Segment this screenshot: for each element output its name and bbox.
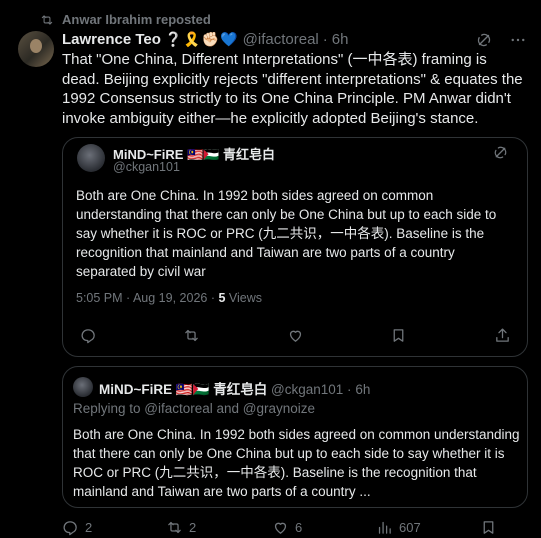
views-button[interactable]: 607: [376, 519, 421, 536]
separator-dot: ·: [322, 31, 328, 48]
quote-author-handle[interactable]: @ckgan101: [113, 160, 180, 174]
reply-separator: ·: [347, 382, 352, 397]
repost-label: Anwar Ibrahim reposted: [62, 12, 211, 27]
like-icon: [274, 522, 287, 534]
repost-action-icon: [168, 521, 181, 534]
reply-author-avatar[interactable]: [73, 377, 93, 397]
quote-views-label: Views: [228, 291, 263, 305]
reply-author-handle[interactable]: @ckgan101: [271, 382, 343, 397]
tweet-header: Lawrence Teo ❔🎗️✊🏻💙 @ifactoreal · 6h: [62, 31, 348, 48]
quote-author-avatar[interactable]: [77, 144, 105, 172]
reply-icon: [63, 521, 77, 536]
reply-time[interactable]: 6h: [355, 382, 370, 397]
repost-icon: [41, 14, 53, 25]
repost-count: 2: [189, 520, 197, 535]
quote-views-count: 5: [218, 291, 226, 305]
quote-bookmark-icon[interactable]: [390, 327, 407, 349]
views-icon: [378, 521, 391, 534]
quote-meta: 5:05 PM · Aug 19, 2026 · 5 Views: [76, 291, 262, 305]
reply-text: Both are One China. In 1992 both sides a…: [73, 427, 520, 499]
bookmark-button[interactable]: [480, 519, 497, 536]
tweet-text: That "One China, Different Interpretatio…: [62, 51, 523, 127]
quoted-tweet-card[interactable]: MiND~FiRE 🇲🇾🇵🇸 青红皂白 @ckgan101 Both are O…: [62, 137, 528, 357]
quote-timestamp[interactable]: 5:05 PM · Aug 19, 2026 ·: [76, 291, 215, 305]
author-emojis: ❔🎗️✊🏻💙: [164, 31, 239, 47]
replying-to[interactable]: Replying to @ifactoreal and @graynoize: [73, 401, 315, 416]
quote-grok-icon[interactable]: [492, 144, 509, 166]
tweet-action-bar: 2 2 6 607: [62, 519, 532, 537]
repost-header[interactable]: Anwar Ibrahim reposted: [40, 12, 211, 27]
views-count: 607: [399, 520, 421, 535]
quote-action-bar: [63, 327, 527, 349]
author-name[interactable]: Lawrence Teo: [62, 31, 161, 48]
quote-reply-icon[interactable]: [80, 327, 97, 349]
quote-text: Both are One China. In 1992 both sides a…: [76, 188, 497, 279]
quote-share-icon[interactable]: [494, 327, 511, 349]
author-avatar[interactable]: [18, 31, 54, 67]
reply-count: 2: [85, 520, 93, 535]
author-handle[interactable]: @ifactoreal: [243, 31, 319, 48]
tweet-time[interactable]: 6h: [332, 31, 349, 48]
quote-repost-icon[interactable]: [183, 327, 200, 349]
bookmark-icon: [483, 521, 494, 534]
reply-tweet-card[interactable]: MiND~FiRE 🇲🇾🇵🇸 青红皂白 @ckgan101 · 6h Reply…: [62, 366, 528, 508]
repost-button[interactable]: 2: [166, 519, 196, 536]
reply-author-name[interactable]: MiND~FiRE 🇲🇾🇵🇸 青红皂白: [99, 382, 267, 397]
like-count: 6: [295, 520, 303, 535]
like-button[interactable]: 6: [272, 519, 302, 536]
quote-like-icon[interactable]: [287, 327, 304, 349]
reply-header: MiND~FiRE 🇲🇾🇵🇸 青红皂白 @ckgan101 · 6h: [99, 378, 370, 398]
reply-button[interactable]: 2: [62, 519, 92, 536]
